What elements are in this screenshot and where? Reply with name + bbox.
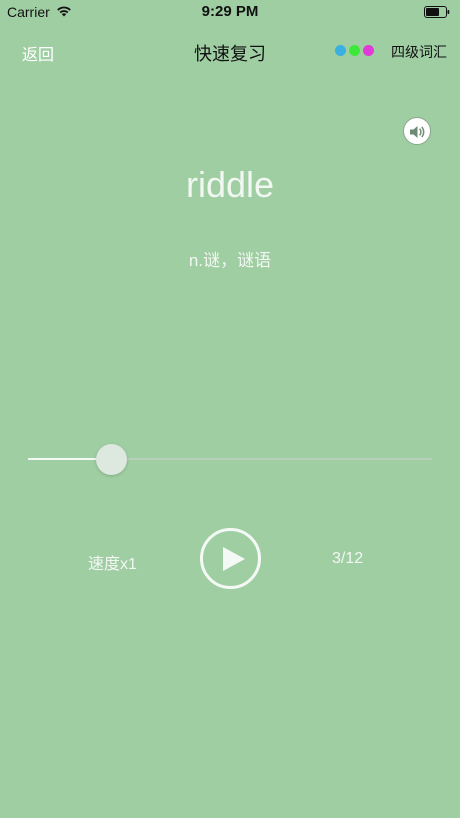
nav-bar: 返回 快速复习 四级词汇 (0, 30, 460, 74)
status-time: 9:29 PM (201, 3, 259, 20)
play-button[interactable] (200, 528, 261, 589)
speaker-icon (410, 126, 425, 138)
color-dot-green[interactable] (349, 45, 360, 56)
pronounce-button[interactable] (403, 117, 431, 145)
color-dot-blue[interactable] (335, 45, 346, 56)
play-icon (223, 547, 245, 571)
progress-count: 3/12 (332, 550, 364, 567)
progress-slider[interactable] (28, 444, 432, 475)
speed-button[interactable]: 速度x1 (88, 550, 137, 574)
word-definition: n.谜，谜语 (188, 251, 272, 270)
color-dot-magenta[interactable] (363, 45, 374, 56)
vocab-set-button[interactable]: 四级词汇 (391, 42, 447, 62)
word-text: riddle (185, 164, 275, 205)
slider-thumb[interactable] (96, 444, 127, 475)
status-bar: Carrier 9:29 PM (0, 0, 460, 24)
battery-icon (424, 5, 450, 18)
theme-color-picker[interactable] (335, 45, 374, 57)
